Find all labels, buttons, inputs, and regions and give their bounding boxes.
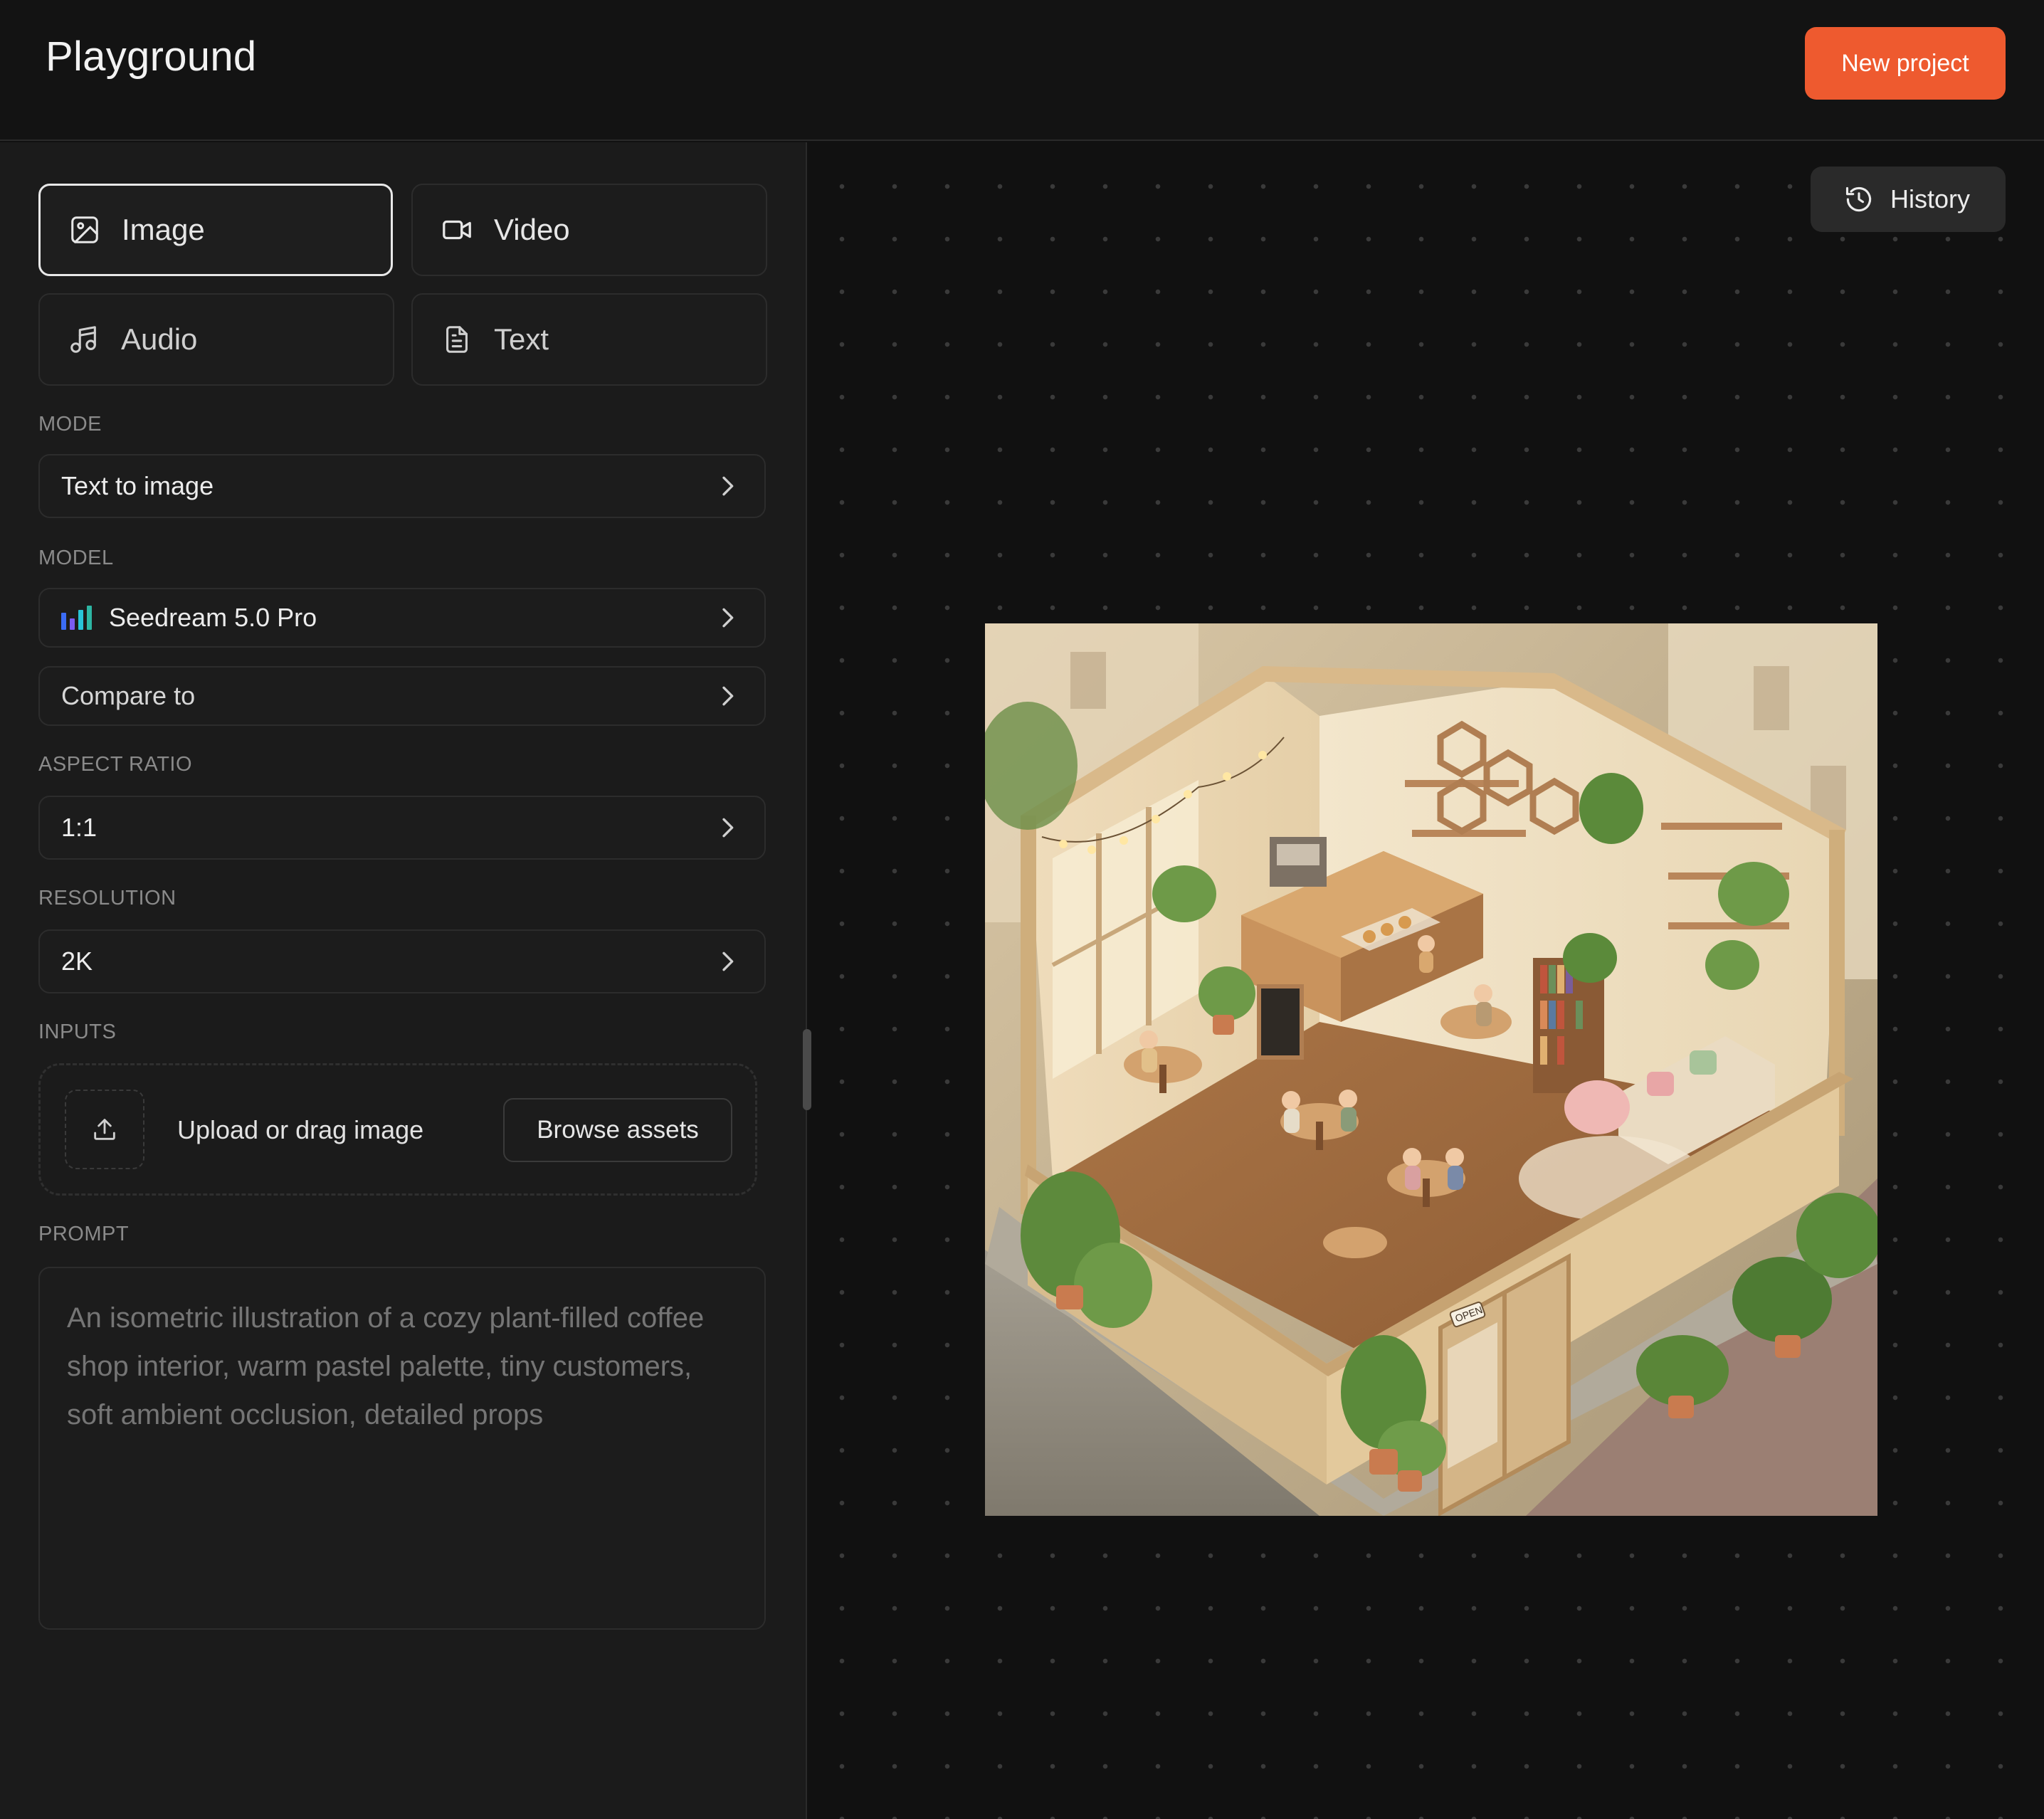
aspect-ratio-value: 1:1 [61,813,98,842]
type-tab-text[interactable]: Text [411,293,767,386]
compare-value: Compare to [61,681,196,710]
type-tab-image[interactable]: Image [38,184,393,276]
history-icon [1845,186,1872,212]
mode-label: MODE [38,413,102,436]
seedream-logo-icon [61,606,92,630]
model-select[interactable]: Seedream 5.0 Pro [38,588,766,648]
image-icon [68,213,102,247]
type-tab-label: Image [122,213,205,246]
aspect-ratio-select[interactable]: 1:1 [38,796,766,860]
type-tab-label: Audio [121,322,198,356]
type-tab-label: Video [494,213,570,246]
browse-assets-button[interactable]: Browse assets [503,1098,732,1162]
mode-value: Text to image [61,471,214,500]
document-icon [440,322,474,357]
chevron-right-icon [722,476,734,496]
app-window: Playground New project Image Video Audio… [0,0,2044,1819]
type-tab-label: Text [494,322,549,356]
history-button[interactable]: History [1811,167,2006,232]
prompt-input[interactable] [38,1267,766,1630]
music-icon [67,322,101,357]
page-title: Playground [46,33,257,80]
compare-to-select[interactable]: Compare to [38,666,766,726]
chevron-right-icon [722,608,734,628]
coffee-shop-illustration: OPEN [985,623,1877,1516]
inputs-label: INPUTS [38,1021,117,1043]
generated-image[interactable]: OPEN [985,623,1877,1516]
panel-resize-handle[interactable] [803,1029,811,1110]
prompt-label: PROMPT [38,1223,130,1245]
mode-select[interactable]: Text to image [38,454,766,518]
model-value: Seedream 5.0 Pro [109,603,317,632]
upload-text: Upload or drag image [177,1115,424,1144]
chevron-right-icon [722,818,734,838]
type-tab-video[interactable]: Video [411,184,767,276]
chevron-right-icon [722,686,734,706]
aspect-ratio-label: ASPECT RATIO [38,753,193,776]
upload-dropzone[interactable]: Upload or drag image Browse assets [38,1063,757,1196]
top-bar: Playground New project [0,0,2044,141]
resolution-label: RESOLUTION [38,887,177,910]
new-project-button[interactable]: New project [1805,27,2006,100]
upload-button[interactable] [65,1090,144,1169]
resolution-select[interactable]: 2K [38,929,766,993]
chevron-right-icon [722,951,734,971]
upload-icon [94,1119,115,1140]
history-label: History [1890,184,1971,213]
model-label: MODEL [38,547,114,569]
type-tab-audio[interactable]: Audio [38,293,394,386]
video-icon [440,213,474,247]
resolution-value: 2K [61,947,93,976]
